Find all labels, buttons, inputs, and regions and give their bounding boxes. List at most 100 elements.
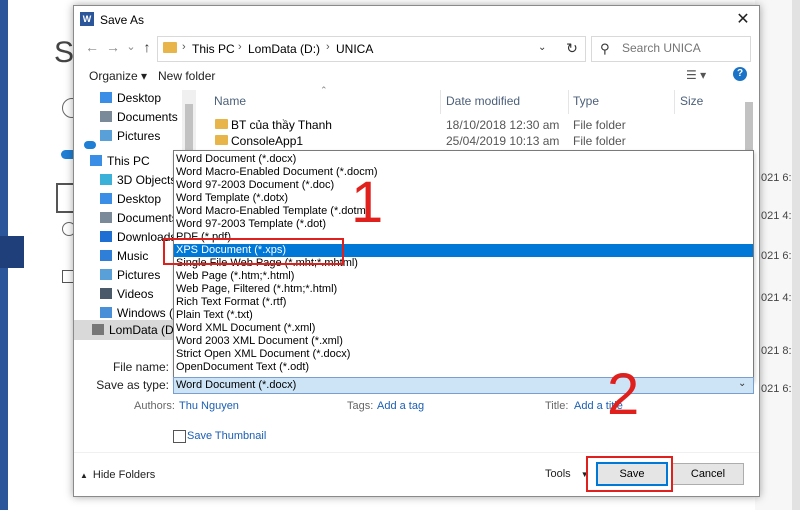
nav-item-this-pc[interactable]: This PC [90,152,150,170]
nav-item-label: 3D Objects [117,173,177,187]
search-input[interactable] [622,41,742,55]
nav-item-label: Documents [117,110,178,124]
view-options-icon[interactable]: ☰ ▾ [686,68,706,82]
onedrive-icon [84,141,96,149]
cancel-button[interactable]: Cancel [672,463,744,485]
documents-icon [100,212,112,223]
save-as-type-option[interactable]: Word 2003 XML Document (*.xml) [174,335,753,348]
annotation-step-2: 2 [607,362,640,427]
search-icon: ⚲ [600,41,610,56]
nav-item-music[interactable]: Music [100,247,148,265]
backstage-selected-stripe [0,236,24,268]
nav-item-documents[interactable]: Documents [100,108,178,126]
nav-item-documents[interactable]: Documents [100,209,178,227]
authors-label: Authors: [134,400,175,412]
annotation-highlight-xps [163,238,344,265]
nav-item-lomdata[interactable]: LomData (D:) [92,321,181,339]
save-as-type-option[interactable]: Word 97-2003 Template (*.dot) [174,218,753,231]
save-as-type-option[interactable]: Word Template (*.dotx) [174,192,753,205]
music-icon [100,250,112,261]
nav-item-label: This PC [107,154,150,168]
nav-item-pictures[interactable]: Pictures [100,127,160,145]
file-name-label: File name: [112,360,169,374]
breadcrumb-separator: › [326,41,330,53]
pictures-icon [100,130,112,141]
save-as-type-option[interactable]: Web Page (*.htm;*.html) [174,270,753,283]
nav-item-label: Desktop [117,91,162,105]
footer-divider [74,452,759,453]
save-as-type-option[interactable]: Word Document (*.docx) [174,153,753,166]
column-header-size[interactable]: Size [680,94,703,108]
help-icon[interactable]: ? [733,67,747,81]
annotation-step-1: 1 [351,170,384,235]
search-box[interactable]: ⚲ [591,36,751,62]
new-folder-button[interactable]: New folder [158,69,215,83]
column-divider [568,90,569,114]
save-as-type-option[interactable]: Web Page, Filtered (*.htm;*.html) [174,283,753,296]
scrollbar[interactable] [792,0,800,510]
up-button[interactable]: ↑ [138,37,156,57]
save-thumbnail-label[interactable]: Save Thumbnail [187,430,266,442]
tools-menu[interactable]: Tools ▼ [545,468,589,480]
address-bar[interactable]: › This PC › LomData (D:) › UNICA ⌄ ↻ [157,36,586,62]
organize-menu[interactable]: Organize ▾ [89,69,147,83]
folder-icon [215,135,228,145]
save-as-type-option[interactable]: Word Macro-Enabled Template (*.dotm) [174,205,753,218]
save-as-type-option[interactable]: Word Macro-Enabled Document (*.docm) [174,166,753,179]
annotation-highlight-save [586,456,673,492]
save-as-type-value: Word Document (*.docx) [176,379,297,391]
refresh-icon[interactable]: ↻ [563,40,581,57]
save-as-type-option[interactable]: Strict Open XML Document (*.docx) [174,348,753,361]
nav-item-label: Desktop [117,192,162,206]
file-type: File folder [573,134,626,148]
file-row[interactable]: ConsoleApp1 25/04/2019 10:13 am File fol… [211,133,751,149]
documents-icon [100,111,112,122]
close-icon[interactable]: ✕ [731,9,755,31]
folder-icon [163,42,177,53]
save-as-type-option[interactable]: OpenDocument Text (*.odt) [174,361,753,374]
back-button[interactable]: ← [83,37,101,57]
hide-folders-button[interactable]: ▲ Hide Folders [80,469,155,481]
save-as-type-option[interactable]: Plain Text (*.txt) [174,309,753,322]
breadcrumb-unica[interactable]: UNICA [336,42,373,56]
save-thumbnail-checkbox[interactable] [173,430,186,443]
forward-button[interactable]: → [104,37,122,57]
save-as-type-list[interactable]: Word Document (*.docx) Word Macro-Enabled… [173,150,754,381]
word-app-icon: W [80,12,94,26]
save-as-type-option[interactable]: Word XML Document (*.xml) [174,322,753,335]
breadcrumb-this-pc[interactable]: This PC [192,42,235,56]
save-as-type-option[interactable]: Word 97-2003 Document (*.doc) [174,179,753,192]
nav-item-3d-objects[interactable]: 3D Objects [100,171,176,189]
nav-item-label: LomData (D:) [109,323,182,337]
chevron-down-icon[interactable]: ⌄ [738,378,746,389]
save-as-dialog: W Save As ✕ ← → ⌄ ↑ › This PC › LomData … [73,5,760,497]
address-dropdown-icon[interactable]: ⌄ [538,42,546,53]
nav-item-desktop[interactable]: Desktop [100,190,161,208]
authors-field[interactable]: Thu Nguyen [179,400,239,412]
column-header-type[interactable]: Type [573,94,599,108]
breadcrumb-lomdata[interactable]: LomData (D:) [248,42,320,56]
this-pc-icon [90,155,102,166]
desktop-icon [100,92,112,103]
nav-item-onedrive[interactable] [84,135,101,153]
tags-field[interactable]: Add a tag [377,400,424,412]
column-divider [674,90,675,114]
background-recent-list: 021 6:03 p 021 4:17 p 021 6:05 p 021 4:1… [755,0,800,510]
column-header-name[interactable]: Name [214,94,246,108]
nav-item-desktop[interactable]: Desktop [100,89,161,107]
save-as-type-select[interactable]: Word Document (*.docx) ⌄ [173,377,754,394]
title-bar[interactable]: W Save As ✕ [74,6,759,34]
nav-item-pictures[interactable]: Pictures [100,266,160,284]
nav-item-label: Pictures [117,268,161,282]
column-divider [440,90,441,114]
file-row[interactable]: BT của thầy Thanh 18/10/2018 12:30 am Fi… [211,117,751,133]
nav-item-label: Music [117,249,149,263]
save-as-type-option[interactable]: Rich Text Format (*.rtf) [174,296,753,309]
title-label: Title: [545,400,569,412]
column-header-date[interactable]: Date modified [446,94,520,108]
drive-icon [100,307,112,318]
file-name: BT của thầy Thanh [231,118,332,132]
file-name: ConsoleApp1 [231,134,304,148]
nav-item-videos[interactable]: Videos [100,285,153,303]
nav-item-label: Documents [117,211,178,225]
